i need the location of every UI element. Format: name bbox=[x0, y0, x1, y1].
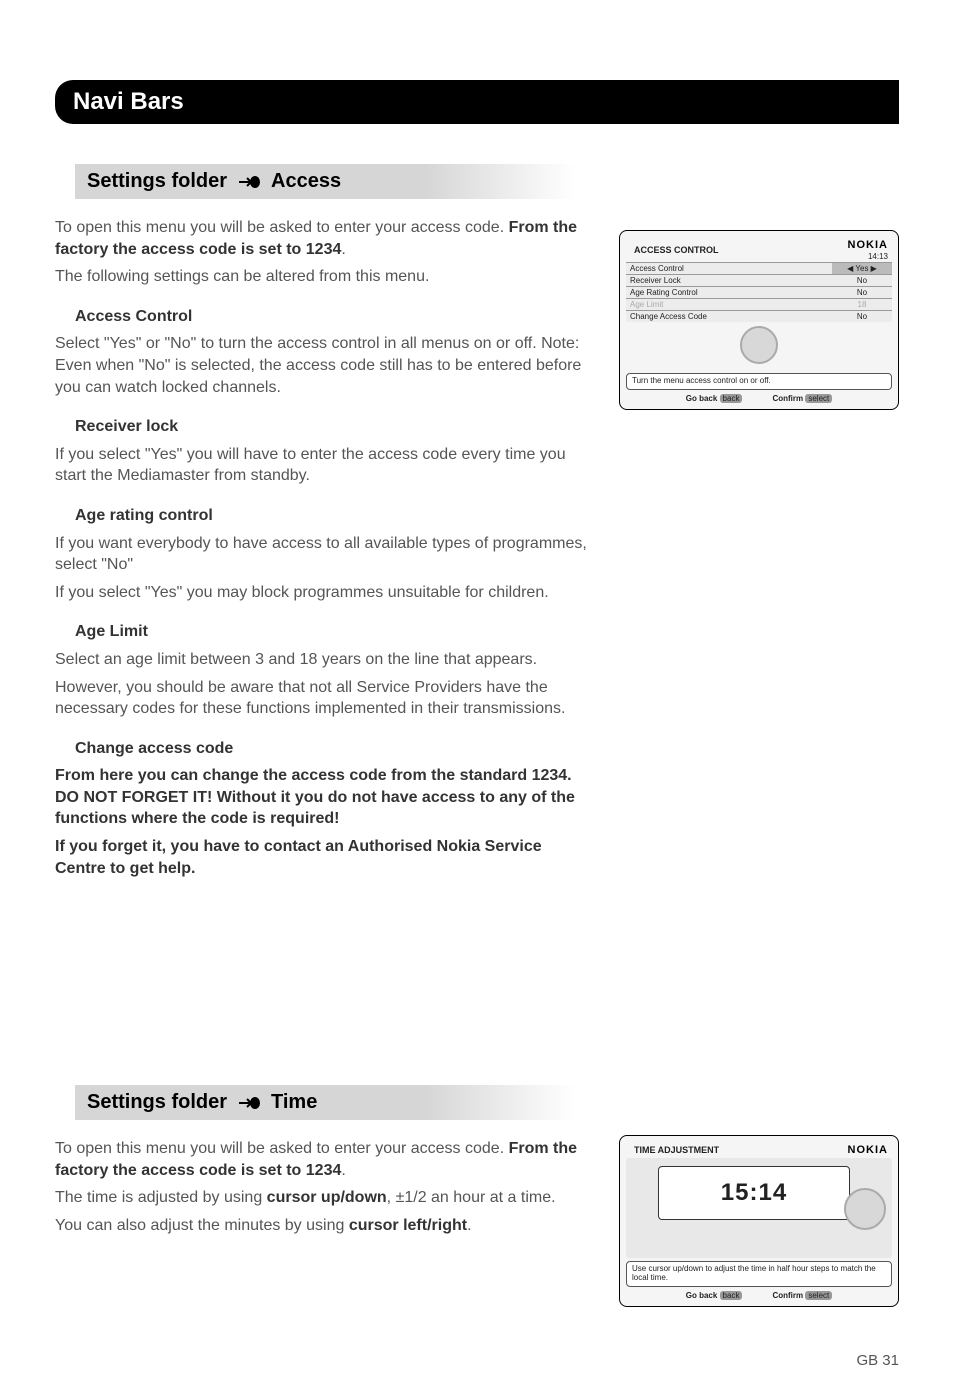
pointer-icon bbox=[237, 1095, 261, 1111]
ss-title: TIME ADJUSTMENT bbox=[630, 1144, 723, 1156]
time-paragraph-2: The time is adjusted by using cursor up/… bbox=[55, 1187, 595, 1209]
clock-label: 14:13 bbox=[868, 252, 888, 261]
time-paragraph-3: You can also adjust the minutes by using… bbox=[55, 1215, 595, 1237]
paragraph-age-limit-1: Select an age limit between 3 and 18 yea… bbox=[55, 649, 595, 671]
cell-label: Receiver Lock bbox=[626, 275, 832, 287]
brand-label: NOKIA bbox=[848, 239, 888, 251]
go-back-label: Go back back bbox=[686, 394, 743, 403]
paragraph-change-code-2: If you forget it, you have to contact an… bbox=[55, 836, 595, 879]
access-body: To open this menu you will be asked to e… bbox=[55, 217, 595, 879]
sub-heading-receiver-lock: Receiver lock bbox=[55, 416, 595, 438]
time-body: To open this menu you will be asked to e… bbox=[55, 1138, 595, 1236]
text: The time is adjusted by using bbox=[55, 1189, 267, 1206]
intro-paragraph-2: The following settings can be altered fr… bbox=[55, 266, 595, 288]
val-text: Yes bbox=[855, 264, 868, 273]
help-text: Use cursor up/down to adjust the time in… bbox=[626, 1261, 892, 1287]
page-title-bar: Navi Bars bbox=[55, 80, 899, 124]
paragraph-receiver-lock: If you select "Yes" you will have to ent… bbox=[55, 444, 595, 487]
confirm-label: Confirm select bbox=[772, 394, 832, 403]
cell-label: Age Rating Control bbox=[626, 287, 832, 299]
screenshot-time-adjustment: TIME ADJUSTMENT NOKIA 15:14 Use cursor u… bbox=[619, 1135, 899, 1307]
confirm-label: Confirm select bbox=[772, 1291, 832, 1300]
footer-bar: Go back back Confirm select bbox=[626, 1287, 892, 1300]
section-heading-access: Settings folder Access bbox=[75, 164, 575, 199]
sub-heading-access-control: Access Control bbox=[55, 306, 595, 328]
cell-value: No bbox=[832, 287, 892, 299]
sub-heading-age-limit: Age Limit bbox=[55, 621, 595, 643]
sub-heading-age-rating: Age rating control bbox=[55, 505, 595, 527]
heading-suffix: Access bbox=[271, 170, 341, 193]
paragraph-change-code-1: From here you can change the access code… bbox=[55, 765, 595, 830]
nav-pad-icon bbox=[844, 1188, 886, 1230]
cell-value: No bbox=[832, 311, 892, 323]
cell-label: Age Limit bbox=[626, 299, 832, 311]
table-row: Receiver LockNo bbox=[626, 275, 892, 287]
table-row: Change Access CodeNo bbox=[626, 311, 892, 323]
paragraph-age-limit-2: However, you should be aware that not al… bbox=[55, 677, 595, 720]
text: To open this menu you will be asked to e… bbox=[55, 1140, 509, 1157]
cell-value: No bbox=[832, 275, 892, 287]
settings-table: Access Control◀ Yes ▶ Receiver LockNo Ag… bbox=[626, 262, 892, 322]
heading-prefix: Settings folder bbox=[87, 170, 227, 193]
time-display: 15:14 bbox=[658, 1166, 850, 1220]
pointer-icon bbox=[237, 174, 261, 190]
heading-prefix: Settings folder bbox=[87, 1091, 227, 1114]
brand-label: NOKIA bbox=[848, 1144, 888, 1156]
text: . bbox=[341, 241, 345, 258]
intro-paragraph-1: To open this menu you will be asked to e… bbox=[55, 217, 595, 260]
bold-text: cursor up/down bbox=[267, 1189, 387, 1206]
go-back-label: Go back back bbox=[686, 1291, 743, 1300]
cell-value: ◀ Yes ▶ bbox=[832, 263, 892, 275]
section-heading-time: Settings folder Time bbox=[75, 1085, 575, 1120]
cell-label: Change Access Code bbox=[626, 311, 832, 323]
heading-suffix: Time bbox=[271, 1091, 317, 1114]
bold-text: cursor left/right bbox=[349, 1217, 467, 1234]
paragraph-age-rating-1: If you want everybody to have access to … bbox=[55, 533, 595, 576]
table-row: Access Control◀ Yes ▶ bbox=[626, 263, 892, 275]
paragraph-age-rating-2: If you select "Yes" you may block progra… bbox=[55, 582, 595, 604]
page-number: GB 31 bbox=[856, 1352, 899, 1369]
nav-pad-icon bbox=[740, 326, 778, 364]
text: To open this menu you will be asked to e… bbox=[55, 219, 509, 236]
screenshot-access-control: ACCESS CONTROL NOKIA 14:13 Access Contro… bbox=[619, 230, 899, 410]
cell-value: 18 bbox=[832, 299, 892, 311]
paragraph-access-control: Select "Yes" or "No" to turn the access … bbox=[55, 333, 595, 398]
sub-heading-change-code: Change access code bbox=[55, 738, 595, 760]
table-row: Age Limit18 bbox=[626, 299, 892, 311]
text: . bbox=[467, 1217, 471, 1234]
ss-title: ACCESS CONTROL bbox=[630, 244, 723, 256]
table-row: Age Rating ControlNo bbox=[626, 287, 892, 299]
help-text: Turn the menu access control on or off. bbox=[626, 373, 892, 390]
text: , ±1/2 an hour at a time. bbox=[387, 1189, 556, 1206]
text: . bbox=[341, 1162, 345, 1179]
footer-bar: Go back back Confirm select bbox=[626, 390, 892, 403]
text: You can also adjust the minutes by using bbox=[55, 1217, 349, 1234]
time-paragraph-1: To open this menu you will be asked to e… bbox=[55, 1138, 595, 1181]
cell-label: Access Control bbox=[626, 263, 832, 275]
